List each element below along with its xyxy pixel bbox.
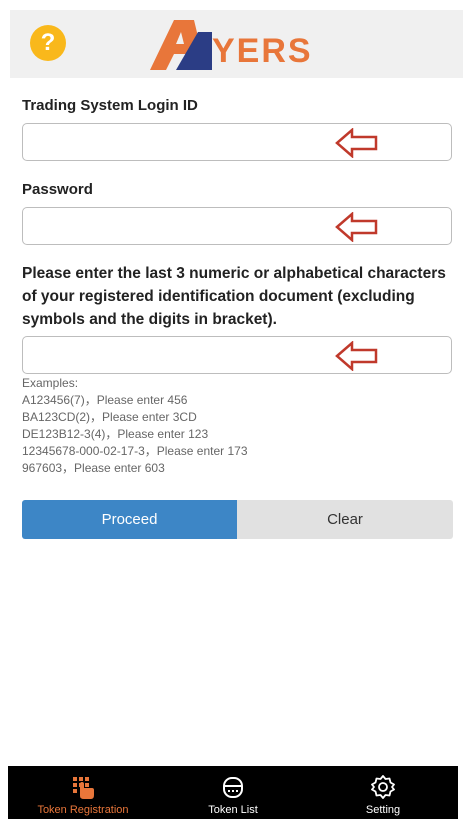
bottom-navigation: Token Registration Token List Setting (8, 766, 458, 819)
token-registration-icon (73, 777, 94, 799)
app-header: ? YERS (10, 10, 463, 78)
example-item: 12345678-000-02-17-3，Please enter 173 (22, 444, 248, 458)
example-item: BA123CD(2)，Please enter 3CD (22, 410, 197, 424)
login-id-input[interactable] (23, 124, 451, 160)
password-label: Password (22, 181, 93, 198)
token-list-icon (223, 777, 243, 798)
example-item: DE123B12-3(4)，Please enter 123 (22, 427, 209, 441)
id-document-field[interactable] (22, 336, 452, 374)
nav-label: Token Registration (37, 804, 129, 816)
id-document-input[interactable] (23, 337, 451, 373)
ayers-logo: YERS (150, 18, 350, 77)
examples-list: Examples: A123456(7)，Please enter 456 BA… (22, 375, 248, 477)
password-input[interactable] (23, 208, 451, 244)
login-id-field[interactable] (22, 123, 452, 161)
example-item: 967603，Please enter 603 (22, 461, 165, 475)
gear-icon (371, 775, 395, 799)
login-id-label: Trading System Login ID (22, 97, 198, 114)
id-instruction-text: Please enter the last 3 numeric or alpha… (22, 265, 446, 328)
examples-heading: Examples: (22, 376, 79, 390)
proceed-button[interactable]: Proceed (22, 500, 237, 539)
nav-setting[interactable]: Setting (308, 766, 458, 819)
clear-button[interactable]: Clear (237, 500, 453, 539)
password-field[interactable] (22, 207, 452, 245)
example-item: A123456(7)，Please enter 456 (22, 393, 188, 407)
nav-token-registration[interactable]: Token Registration (8, 766, 158, 819)
nav-token-list[interactable]: Token List (158, 766, 308, 819)
svg-text:YERS: YERS (212, 32, 313, 70)
nav-label: Setting (365, 804, 401, 816)
nav-label: Token List (208, 804, 258, 816)
help-icon[interactable]: ? (30, 25, 66, 61)
